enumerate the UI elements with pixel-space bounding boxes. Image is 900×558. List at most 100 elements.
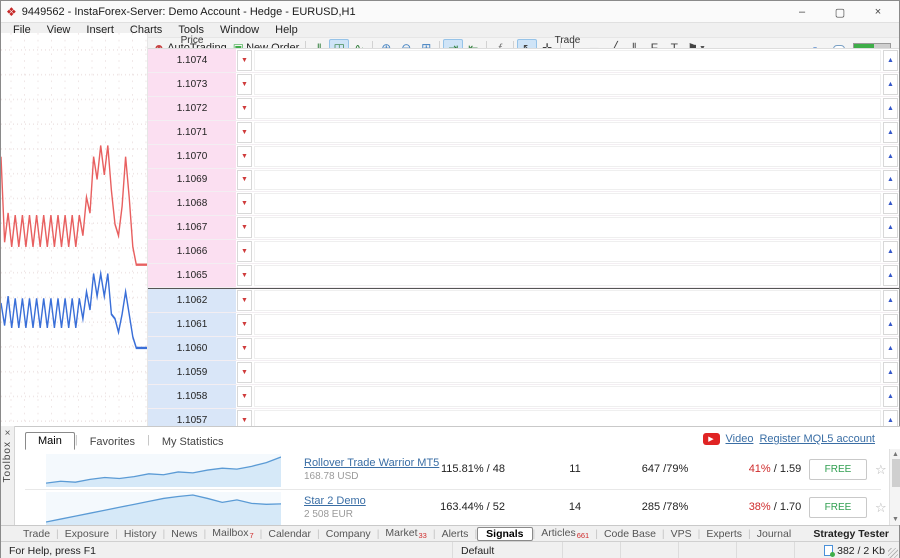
signal-row[interactable]: Star 2 Demo2 508 EUR163.44% / 5214285 /7… (15, 490, 883, 527)
buy-chevron-icon[interactable]: ▲ (883, 98, 898, 119)
sell-chevron-icon[interactable]: ▼ (237, 98, 252, 119)
toolbox-tab-news[interactable]: News (165, 527, 203, 541)
buy-chevron-icon[interactable]: ▲ (883, 338, 898, 359)
toolbox-tab-articles[interactable]: Articles661 (535, 526, 595, 541)
buy-chevron-icon[interactable]: ▲ (883, 170, 898, 191)
free-button[interactable]: FREE (809, 497, 867, 518)
dom-price-cell[interactable]: 1.1071 (148, 121, 236, 144)
dom-price-cell[interactable]: 1.1060 (148, 337, 236, 360)
trade-cell[interactable] (254, 290, 881, 311)
dom-price-cell[interactable]: 1.1074 (148, 49, 236, 72)
sell-chevron-icon[interactable]: ▼ (237, 290, 252, 311)
trade-cell[interactable] (254, 314, 881, 335)
sell-chevron-icon[interactable]: ▼ (237, 193, 252, 214)
signals-scrollbar[interactable]: ▲ ▼ (889, 449, 900, 525)
dom-price-cell[interactable]: 1.1058 (148, 385, 236, 408)
toolbox-tab-vps[interactable]: VPS (665, 527, 698, 541)
buy-chevron-icon[interactable]: ▲ (883, 193, 898, 214)
buy-chevron-icon[interactable]: ▲ (883, 241, 898, 262)
status-profile[interactable]: Default (453, 542, 563, 558)
sell-chevron-icon[interactable]: ▼ (237, 338, 252, 359)
buy-chevron-icon[interactable]: ▲ (883, 50, 898, 71)
sell-chevron-icon[interactable]: ▼ (237, 386, 252, 407)
buy-chevron-icon[interactable]: ▲ (883, 265, 898, 286)
toolbox-tab-journal[interactable]: Journal (751, 527, 797, 541)
toolbox-tab-calendar[interactable]: Calendar (262, 527, 317, 541)
trade-cell[interactable] (254, 241, 881, 262)
buy-chevron-icon[interactable]: ▲ (883, 314, 898, 335)
trade-cell[interactable] (254, 338, 881, 359)
sell-chevron-icon[interactable]: ▼ (237, 265, 252, 286)
dom-price-cell[interactable]: 1.1061 (148, 313, 236, 336)
toolbox-tab-trade[interactable]: Trade (17, 527, 56, 541)
sell-chevron-icon[interactable]: ▼ (237, 146, 252, 167)
sell-chevron-icon[interactable]: ▼ (237, 362, 252, 383)
trade-cell[interactable] (254, 98, 881, 119)
toolbox-tab-signals[interactable]: Signals (477, 527, 532, 541)
toolbox-tab-code-base[interactable]: Code Base (598, 527, 662, 541)
favorite-star-icon[interactable]: ☆ (875, 462, 887, 478)
toolbox-tab-experts[interactable]: Experts (700, 527, 748, 541)
scroll-thumb[interactable] (892, 459, 900, 487)
buy-chevron-icon[interactable]: ▲ (883, 362, 898, 383)
dom-price-cell[interactable]: 1.1068 (148, 192, 236, 215)
trade-cell[interactable] (254, 122, 881, 143)
scroll-up-icon[interactable]: ▲ (892, 451, 899, 458)
trade-cell[interactable] (254, 170, 881, 191)
trade-cell[interactable] (254, 74, 881, 95)
trade-cell[interactable] (254, 265, 881, 286)
register-mql5-link[interactable]: Register MQL5 account (759, 433, 875, 445)
favorite-star-icon[interactable]: ☆ (875, 500, 887, 516)
buy-chevron-icon[interactable]: ▲ (883, 217, 898, 238)
minimize-button[interactable]: – (783, 1, 821, 23)
signal-name-link[interactable]: Star 2 Demo (304, 495, 366, 507)
video-link[interactable]: Video (726, 433, 754, 445)
dom-price-cell[interactable]: 1.1065 (148, 264, 236, 287)
trade-cell[interactable] (254, 386, 881, 407)
toolbox-close-icon[interactable]: × (2, 428, 14, 439)
signals-tab-main[interactable]: Main (25, 432, 75, 450)
buy-chevron-icon[interactable]: ▲ (883, 386, 898, 407)
buy-chevron-icon[interactable]: ▲ (883, 122, 898, 143)
toolbox-tab-alerts[interactable]: Alerts (436, 527, 475, 541)
dom-price-cell[interactable]: 1.1073 (148, 73, 236, 96)
trade-cell[interactable] (254, 146, 881, 167)
dom-price-cell[interactable]: 1.1066 (148, 240, 236, 263)
sell-chevron-icon[interactable]: ▼ (237, 122, 252, 143)
strategy-tester-label[interactable]: Strategy Tester (813, 528, 899, 540)
sell-chevron-icon[interactable]: ▼ (237, 314, 252, 335)
toolbox-tab-market[interactable]: Market33 (379, 526, 432, 541)
sell-chevron-icon[interactable]: ▼ (237, 170, 252, 191)
signals-tab-my-statistics[interactable]: My Statistics (150, 434, 236, 450)
maximize-button[interactable]: ▢ (821, 1, 859, 23)
dom-price-cell[interactable]: 1.1070 (148, 145, 236, 168)
trade-cell[interactable] (254, 217, 881, 238)
dom-price-cell[interactable]: 1.1069 (148, 169, 236, 192)
dom-price-cell[interactable]: 1.1072 (148, 97, 236, 120)
sell-chevron-icon[interactable]: ▼ (237, 217, 252, 238)
buy-chevron-icon[interactable]: ▲ (883, 146, 898, 167)
toolbox-tab-company[interactable]: Company (320, 527, 377, 541)
buy-chevron-icon[interactable]: ▲ (883, 290, 898, 311)
signal-row[interactable]: Rollover Trade Warrior MT5168.78 USD115.… (15, 452, 883, 489)
trade-cell[interactable] (254, 362, 881, 383)
sell-chevron-icon[interactable]: ▼ (237, 74, 252, 95)
scroll-down-icon[interactable]: ▼ (892, 516, 899, 523)
toolbox-tab-exposure[interactable]: Exposure (59, 527, 115, 541)
close-button[interactable]: × (859, 1, 897, 23)
buy-chevron-icon[interactable]: ▲ (883, 74, 898, 95)
toolbox-tab-mailbox[interactable]: Mailbox7 (206, 526, 259, 541)
dom-price-cell[interactable]: 1.1067 (148, 216, 236, 239)
resize-grip[interactable] (888, 548, 898, 558)
dom-row: 1.1073▼ ▲ (148, 73, 899, 97)
video-icon[interactable]: ▶ (703, 433, 720, 445)
dom-price-cell[interactable]: 1.1062 (148, 289, 236, 312)
sell-chevron-icon[interactable]: ▼ (237, 241, 252, 262)
toolbox-tab-history[interactable]: History (118, 527, 163, 541)
dom-price-cell[interactable]: 1.1059 (148, 361, 236, 384)
trade-cell[interactable] (254, 50, 881, 71)
sell-chevron-icon[interactable]: ▼ (237, 50, 252, 71)
free-button[interactable]: FREE (809, 459, 867, 480)
signals-tab-favorites[interactable]: Favorites (78, 434, 147, 450)
trade-cell[interactable] (254, 193, 881, 214)
